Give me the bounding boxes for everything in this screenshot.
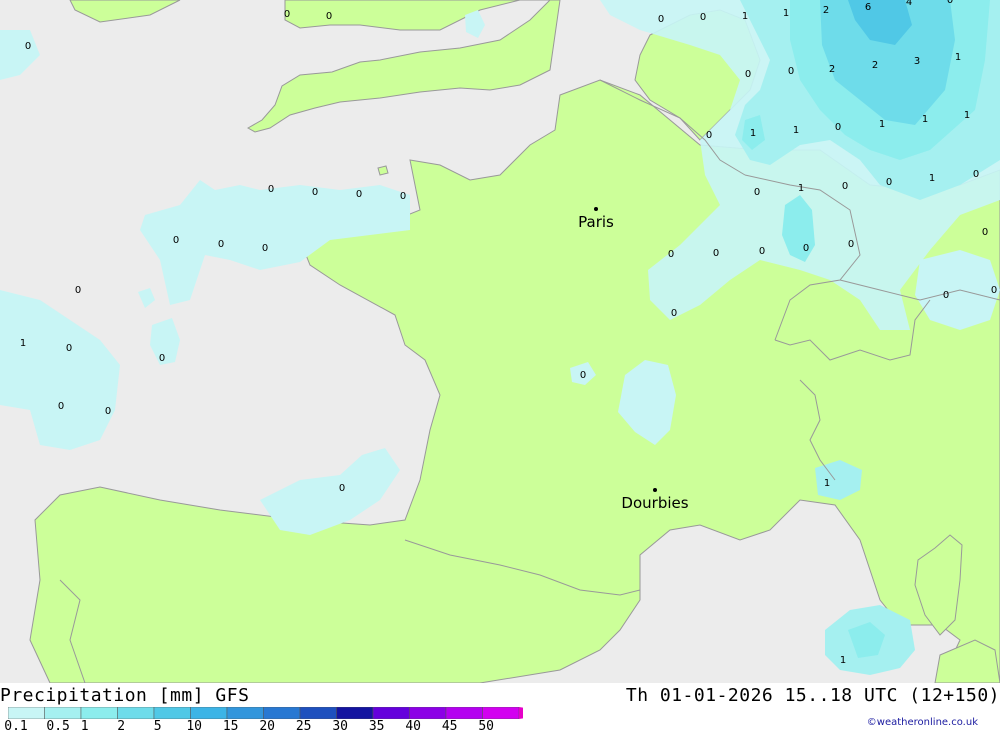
value-label: 0 bbox=[66, 343, 72, 354]
legend-tick: 1 bbox=[80, 719, 89, 734]
value-label: 1 bbox=[798, 183, 804, 194]
value-label: 1 bbox=[964, 110, 970, 121]
precipitation-map: 0 0 0 0 0 1 1 2 6 4 0 0 2 2 3 1 0 1 1 0 1 1 1 0 1 0 0 1 0 0 0 0 0 0 0 0 0 0 0 0… bbox=[0, 0, 1000, 684]
legend-swatch bbox=[482, 707, 520, 719]
value-label: 0 bbox=[268, 184, 274, 195]
map-title: Precipitation [mm] GFS bbox=[0, 685, 250, 706]
value-label: 3 bbox=[914, 56, 920, 67]
value-label: 2 bbox=[829, 64, 835, 75]
value-label: 0 bbox=[326, 11, 332, 22]
legend-tick: 15 bbox=[222, 719, 239, 734]
city-dot-dourbies bbox=[653, 488, 657, 492]
legend-tick: 0.1 bbox=[4, 719, 28, 734]
legend-tick: 25 bbox=[295, 719, 312, 734]
value-label: 0 bbox=[835, 122, 841, 133]
legend-swatch bbox=[372, 707, 410, 719]
value-label: 1 bbox=[750, 128, 756, 139]
legend-swatch bbox=[299, 707, 337, 719]
value-label: 2 bbox=[872, 60, 878, 71]
value-label: 0 bbox=[671, 308, 677, 319]
legend-tick-labels: 0.1 0.5 1 2 5 10 15 20 25 30 35 40 45 50 bbox=[0, 719, 520, 734]
legend-tick: 5 bbox=[153, 719, 162, 734]
value-label: 1 bbox=[783, 8, 789, 19]
value-label: 1 bbox=[922, 114, 928, 125]
legend-tick: 2 bbox=[117, 719, 126, 734]
land-jersey bbox=[377, 165, 389, 176]
value-label: 4 bbox=[906, 0, 912, 8]
value-label: 0 bbox=[803, 243, 809, 254]
forecast-datetime: Th 01-01-2026 15..18 UTC (12+150) bbox=[625, 685, 1000, 706]
value-label: 0 bbox=[991, 285, 997, 296]
value-label: 0 bbox=[973, 169, 979, 180]
legend-tick: 50 bbox=[478, 719, 494, 734]
map-footer: Precipitation [mm] GFS Th 01-01-2026 15.… bbox=[0, 683, 1000, 734]
value-label: 1 bbox=[20, 338, 26, 349]
legend-swatch bbox=[153, 707, 191, 719]
value-label: 1 bbox=[824, 478, 830, 489]
value-label: 6 bbox=[865, 2, 871, 13]
value-label: 0 bbox=[788, 66, 794, 77]
legend-swatch bbox=[336, 707, 374, 719]
legend-tick: 20 bbox=[259, 719, 275, 734]
value-label: 0 bbox=[218, 239, 224, 250]
legend-swatch bbox=[263, 707, 301, 719]
legend-tick: 40 bbox=[405, 719, 421, 734]
legend-tick: 10 bbox=[186, 719, 202, 734]
value-label: 1 bbox=[955, 52, 961, 63]
legend-arrow bbox=[519, 707, 523, 719]
legend-tick: 0.5 bbox=[46, 719, 70, 734]
value-label: 0 bbox=[25, 41, 31, 52]
value-label: 0 bbox=[262, 243, 268, 254]
legend-tick: 30 bbox=[332, 719, 348, 734]
value-label: 0 bbox=[339, 483, 345, 494]
value-label: 0 bbox=[400, 191, 406, 202]
value-label: 0 bbox=[706, 130, 712, 141]
legend-tick: 35 bbox=[368, 719, 385, 734]
city-label-paris: Paris bbox=[578, 213, 614, 231]
legend-tick: 45 bbox=[441, 719, 458, 734]
value-label: 0 bbox=[75, 285, 81, 296]
value-label: 0 bbox=[58, 401, 64, 412]
value-label: 0 bbox=[754, 187, 760, 198]
legend-swatch bbox=[190, 707, 228, 719]
value-label: 1 bbox=[840, 655, 846, 666]
value-label: 0 bbox=[848, 239, 854, 250]
value-label: 0 bbox=[159, 353, 165, 364]
credit-link[interactable]: ©weatheronline.co.uk bbox=[867, 717, 978, 728]
value-label: 1 bbox=[929, 173, 935, 184]
value-label: 0 bbox=[982, 227, 988, 238]
value-label: 0 bbox=[658, 14, 664, 25]
legend-swatch bbox=[117, 707, 155, 719]
value-label: 0 bbox=[105, 406, 111, 417]
value-label: 0 bbox=[713, 248, 719, 259]
value-label: 0 bbox=[668, 249, 674, 260]
value-label: 1 bbox=[742, 11, 748, 22]
value-label: 0 bbox=[356, 189, 362, 200]
city-label-dourbies: Dourbies bbox=[621, 494, 688, 512]
value-label: 2 bbox=[823, 5, 829, 16]
value-label: 1 bbox=[793, 125, 799, 136]
city-dot-paris bbox=[594, 207, 598, 211]
value-label: 0 bbox=[947, 0, 953, 6]
legend-swatch bbox=[226, 707, 264, 719]
value-label: 0 bbox=[886, 177, 892, 188]
legend-swatch bbox=[8, 707, 45, 719]
value-label: 0 bbox=[842, 181, 848, 192]
value-label: 0 bbox=[759, 246, 765, 257]
value-label: 0 bbox=[943, 290, 949, 301]
legend-swatch bbox=[445, 707, 483, 719]
value-label: 1 bbox=[879, 119, 885, 130]
value-label: 0 bbox=[700, 12, 706, 23]
value-label: 0 bbox=[173, 235, 179, 246]
legend-swatch bbox=[80, 707, 118, 719]
value-label: 0 bbox=[745, 69, 751, 80]
value-label: 0 bbox=[580, 370, 586, 381]
value-label: 0 bbox=[284, 9, 290, 20]
legend-swatch bbox=[409, 707, 447, 719]
legend-swatch bbox=[44, 707, 82, 719]
value-label: 0 bbox=[312, 187, 318, 198]
legend-color-bar bbox=[8, 707, 523, 719]
